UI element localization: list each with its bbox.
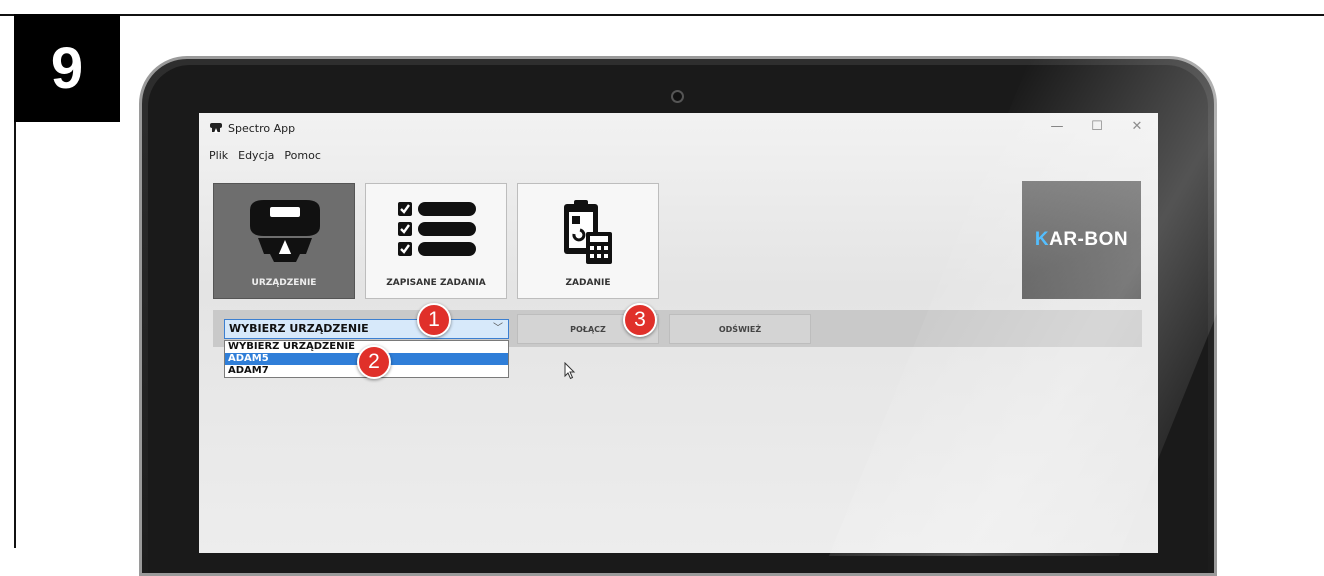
checklist-icon (398, 202, 476, 256)
step-marker-3: 3 (623, 303, 657, 337)
refresh-button[interactable]: ODŚWIEŻ (669, 314, 811, 344)
chevron-down-icon[interactable]: ﹀ (493, 320, 503, 338)
device-select[interactable]: WYBIERZ URZĄDZENIE ﹀ (224, 319, 509, 339)
menu-bar: Plik Edycja Pomoc (209, 149, 321, 162)
tile-label: URZĄDZENIE (251, 278, 317, 288)
menu-pomoc[interactable]: Pomoc (284, 149, 320, 162)
step-marker-2: 2 (357, 345, 391, 379)
maximize-button[interactable]: ☐ (1090, 119, 1104, 134)
step-number-badge: 9 (14, 14, 120, 122)
tile-label: ZADANIE (565, 278, 611, 288)
close-button[interactable]: ✕ (1130, 119, 1144, 134)
top-border (0, 14, 1324, 16)
device-select-value: WYBIERZ URZĄDZENIE (229, 322, 369, 335)
logo-text: AR-BON (1049, 229, 1129, 250)
karbon-logo: KAR-BON (1022, 181, 1141, 299)
tile-label: ZAPISANE ZADANIA (386, 278, 486, 288)
tile-zadanie[interactable]: ZADANIE (517, 183, 659, 299)
app-logo-icon (210, 123, 222, 133)
app-window: Spectro App — ☐ ✕ Plik Edycja Pomoc URZĄ… (199, 113, 1158, 553)
window-title: Spectro App (228, 121, 296, 135)
logo-k: K (1034, 229, 1050, 250)
device-icon (250, 200, 320, 262)
minimize-button[interactable]: — (1050, 119, 1064, 134)
clipboard-calculator-icon (564, 200, 612, 264)
tile-urzadzenie[interactable]: URZĄDZENIE (213, 183, 355, 299)
title-bar: Spectro App — ☐ ✕ (199, 113, 1158, 143)
webcam-icon (671, 90, 684, 103)
mouse-cursor-icon (564, 362, 576, 380)
tile-zapisane-zadania[interactable]: ZAPISANE ZADANIA (365, 183, 507, 299)
menu-plik[interactable]: Plik (209, 149, 228, 162)
menu-edycja[interactable]: Edycja (238, 149, 274, 162)
step-marker-1: 1 (417, 303, 451, 337)
